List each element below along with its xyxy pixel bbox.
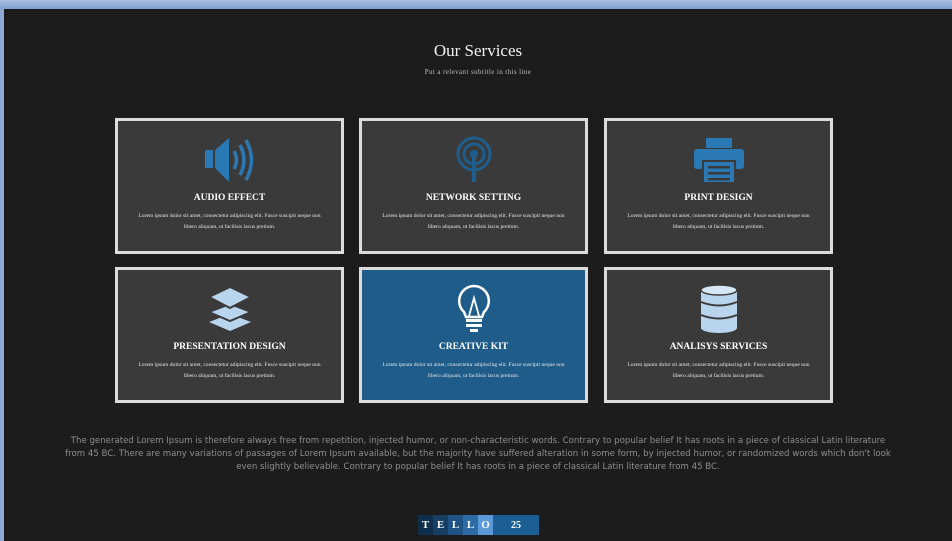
- card-heading: NETWORK SETTING: [425, 193, 522, 203]
- layers-icon: [205, 285, 254, 331]
- card-heading: AUDIO EFFECT: [193, 193, 266, 203]
- card-description: Lorem ipsum dolor sit amet, consectetur …: [138, 213, 321, 230]
- service-card-audio-effect[interactable]: AUDIO EFFECT Lorem ipsum dolor sit amet,…: [115, 118, 344, 254]
- card-heading: CREATIVE KIT: [438, 342, 509, 352]
- page-number: 25: [493, 515, 539, 535]
- logo-letter: L: [463, 515, 478, 535]
- slide-canvas: Our Services Put a relevant subtitle in …: [4, 9, 952, 541]
- service-card-network-setting[interactable]: NETWORK SETTING Lorem ipsum dolor sit am…: [359, 118, 588, 254]
- footer-logo: T E L L O 25: [418, 515, 539, 535]
- lightbulb-icon: [457, 284, 490, 332]
- card-heading: PRESENTATION DESIGN: [173, 342, 286, 352]
- printer-icon: [693, 138, 744, 184]
- card-description: Lorem ipsum dolor sit amet, consectetur …: [138, 362, 321, 379]
- body-paragraph: The generated Lorem Ipsum is therefore a…: [65, 436, 891, 472]
- card-description: Lorem ipsum dolor sit amet, consectetur …: [382, 213, 565, 230]
- logo-letter: L: [448, 515, 463, 535]
- service-card-presentation-design[interactable]: PRESENTATION DESIGN Lorem ipsum dolor si…: [115, 267, 344, 403]
- database-icon: [699, 284, 738, 333]
- card-description: Lorem ipsum dolor sit amet, consectetur …: [627, 362, 810, 379]
- service-card-print-design[interactable]: PRINT DESIGN Lorem ipsum dolor sit amet,…: [604, 118, 833, 254]
- broadcast-icon: [456, 136, 491, 182]
- page-title: Our Services: [433, 41, 523, 60]
- service-card-analisys-services[interactable]: ANALISYS SERVICES Lorem ipsum dolor sit …: [604, 267, 833, 403]
- window-top-edge: [0, 0, 952, 9]
- page-subtitle: Put a relevant subtitle in this line: [424, 68, 532, 76]
- logo-letter: E: [433, 515, 448, 535]
- logo-letter: T: [418, 515, 433, 535]
- card-heading: ANALISYS SERVICES: [669, 342, 768, 352]
- card-heading: PRINT DESIGN: [684, 193, 753, 203]
- card-description: Lorem ipsum dolor sit amet, consectetur …: [382, 362, 565, 379]
- card-description: Lorem ipsum dolor sit amet, consectetur …: [627, 213, 810, 230]
- service-card-creative-kit[interactable]: CREATIVE KIT Lorem ipsum dolor sit amet,…: [359, 267, 588, 403]
- logo-letter: O: [478, 515, 493, 535]
- speaker-icon: [204, 138, 253, 182]
